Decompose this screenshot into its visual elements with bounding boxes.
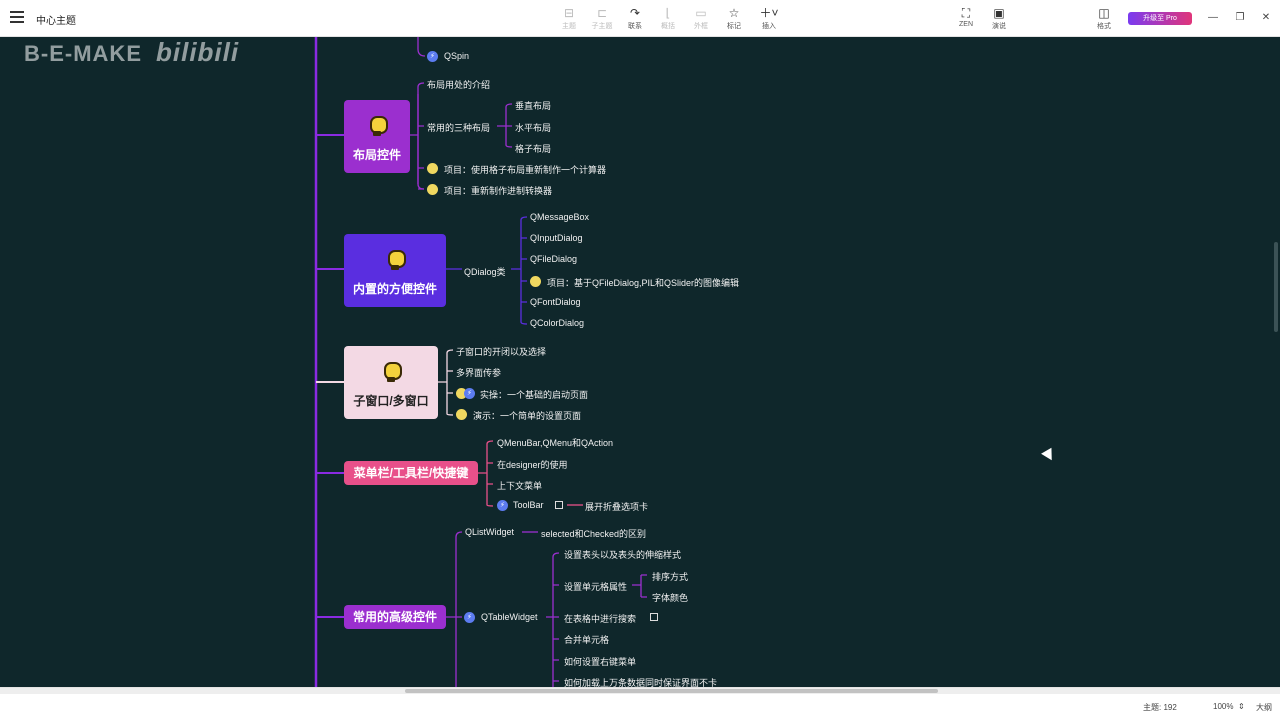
node-sort-mode[interactable]: 排序方式 <box>652 570 688 583</box>
lightbulb-marker-icon <box>530 276 541 287</box>
subtopic-icon: ⊏ <box>596 6 608 20</box>
node-table-header-style[interactable]: 设置表头以及表头的伸缩样式 <box>564 548 681 561</box>
zen-button[interactable]: ⛶ ZEN <box>948 6 984 28</box>
node-font-color[interactable]: 字体颜色 <box>652 591 688 604</box>
horizontal-scroll-thumb[interactable] <box>405 689 938 693</box>
node-subwindow[interactable]: 子窗口/多窗口 <box>344 346 438 419</box>
present-button[interactable]: ▣ 演说 <box>981 6 1017 31</box>
vertical-scrollbar[interactable] <box>1272 37 1280 687</box>
node-selected-checked[interactable]: selected和Checked的区别 <box>541 527 646 540</box>
upgrade-pro-button[interactable]: 升级至 Pro <box>1128 12 1192 25</box>
lightbulb-marker-icon <box>456 409 467 420</box>
horizontal-scrollbar[interactable] <box>0 688 1280 694</box>
info-marker-icon: ⚡ <box>464 612 475 623</box>
node-grid-layout[interactable]: 格子布局 <box>515 142 551 155</box>
node-layout-intro[interactable]: 布局用处的介绍 <box>427 78 490 91</box>
document-title[interactable]: 中心主题 <box>36 12 76 27</box>
node-collapse-tabs[interactable]: 展开折叠选项卡 <box>585 500 648 513</box>
node-qmessagebox[interactable]: QMessageBox <box>530 212 589 222</box>
node-builtin-controls[interactable]: 内置的方便控件 <box>344 234 446 307</box>
lightbulb-icon <box>378 242 412 276</box>
external-link-icon[interactable] <box>650 613 658 621</box>
node-toolbar[interactable]: ToolBar <box>513 500 544 510</box>
node-three-layouts[interactable]: 常用的三种布局 <box>427 121 490 134</box>
zoom-stepper-icon[interactable]: ⇕ <box>1238 702 1245 711</box>
zoom-level[interactable]: 100% <box>1213 702 1233 711</box>
topic-icon: ⊟ <box>563 6 575 20</box>
node-qinputdialog[interactable]: QInputDialog <box>530 233 583 243</box>
mindmap-canvas[interactable]: B-E-MAKE bilibili ⚡ QSpin 布局控件 布局用处的介绍 常… <box>0 37 1280 687</box>
summary-button[interactable]: ⌊ 概括 <box>650 6 686 31</box>
lightbulb-marker-icon <box>427 184 438 195</box>
node-horizontal-layout[interactable]: 水平布局 <box>515 121 551 134</box>
boundary-button[interactable]: ▭ 外框 <box>683 6 719 31</box>
node-qdialog[interactable]: QDialog类 <box>464 265 506 278</box>
node-designer-usage[interactable]: 在designer的使用 <box>497 458 568 471</box>
node-qfiledialog[interactable]: QFileDialog <box>530 254 577 264</box>
status-bar: 主题: 192 100% ⇕ 大纲 <box>0 687 1280 720</box>
vertical-scroll-thumb[interactable] <box>1274 242 1278 332</box>
relationship-icon: ↷ <box>629 6 641 20</box>
node-layout-controls[interactable]: 布局控件 <box>344 100 410 173</box>
node-qfontdialog[interactable]: QFontDialog <box>530 297 581 307</box>
top-toolbar: 中心主题 ⊟ 主题 ⊏ 子主题 ↷ 联系 ⌊ 概括 ▭ 外框 ☆ 标记 ＋˅ 插入 ⛶ ZEN … <box>0 0 1280 37</box>
boundary-icon: ▭ <box>695 6 707 20</box>
topic-button[interactable]: ⊟ 主题 <box>551 6 587 31</box>
node-qlistwidget[interactable]: QListWidget <box>465 527 514 537</box>
relationship-button[interactable]: ↷ 联系 <box>617 6 653 31</box>
restore-icon[interactable]: ❐ <box>1233 12 1247 23</box>
node-project-image-editor[interactable]: 项目：基于QFileDialog,PIL和QSlider的图像编辑 <box>547 276 739 289</box>
node-merge-cells[interactable]: 合并单元格 <box>564 633 609 646</box>
node-qspin[interactable]: QSpin <box>444 51 469 61</box>
node-window-open-close[interactable]: 子窗口的开闭以及选择 <box>456 345 546 358</box>
marker-button[interactable]: ☆ 标记 <box>716 6 752 31</box>
node-right-click-menu[interactable]: 如何设置右键菜单 <box>564 655 636 668</box>
lightbulb-icon <box>374 354 408 388</box>
plus-icon: ＋˅ <box>759 6 779 20</box>
node-cell-properties[interactable]: 设置单元格属性 <box>564 580 627 593</box>
close-icon[interactable]: ✕ <box>1259 12 1273 23</box>
external-link-icon[interactable] <box>555 501 563 509</box>
node-qtablewidget[interactable]: QTableWidget <box>481 612 538 622</box>
qspin-info-icon: ⚡ <box>427 51 438 62</box>
info-marker-icon: ⚡ <box>497 500 508 511</box>
format-panel-icon: ◫ <box>1098 6 1110 20</box>
outline-button[interactable]: 大纲 <box>1256 702 1272 713</box>
minimize-icon[interactable]: — <box>1206 12 1220 23</box>
node-advanced-controls[interactable]: 常用的高级控件 <box>344 605 446 629</box>
node-qmenubar[interactable]: QMenuBar,QMenu和QAction <box>497 436 613 449</box>
lightbulb-marker-icon <box>427 163 438 174</box>
summary-icon: ⌊ <box>665 6 671 20</box>
node-qcolordialog[interactable]: QColorDialog <box>530 318 584 328</box>
star-icon: ☆ <box>728 6 740 20</box>
info-marker-icon: ⚡ <box>464 388 475 399</box>
lightbulb-icon <box>360 108 394 142</box>
node-vertical-layout[interactable]: 垂直布局 <box>515 99 551 112</box>
node-project-converter[interactable]: 项目：重新制作进制转换器 <box>444 184 552 197</box>
node-context-menu[interactable]: 上下文菜单 <box>497 479 542 492</box>
format-button[interactable]: ◫ 格式 <box>1086 6 1122 31</box>
insert-button[interactable]: ＋˅ 插入 <box>751 6 787 31</box>
node-project-calculator[interactable]: 项目：使用格子布局重新制作一个计算器 <box>444 163 606 176</box>
node-settings-page[interactable]: 演示：一个简单的设置页面 <box>473 409 581 422</box>
play-icon: ▣ <box>993 6 1005 20</box>
connector-lines <box>314 37 647 687</box>
node-load-large-data[interactable]: 如何加载上万条数据同时保证界面不卡 <box>564 676 717 687</box>
subtopic-button[interactable]: ⊏ 子主题 <box>584 6 620 31</box>
node-menu-toolbar-shortcuts[interactable]: 菜单栏/工具栏/快捷键 <box>344 461 478 485</box>
node-startup-page[interactable]: 实操：一个基础的启动页面 <box>480 388 588 401</box>
node-multi-interface-params[interactable]: 多界面传参 <box>456 366 501 379</box>
node-table-search[interactable]: 在表格中进行搜索 <box>564 612 636 625</box>
topic-count: 主题: 192 <box>1143 703 1177 712</box>
hamburger-menu-icon[interactable] <box>10 11 24 23</box>
fullscreen-icon: ⛶ <box>961 6 971 20</box>
